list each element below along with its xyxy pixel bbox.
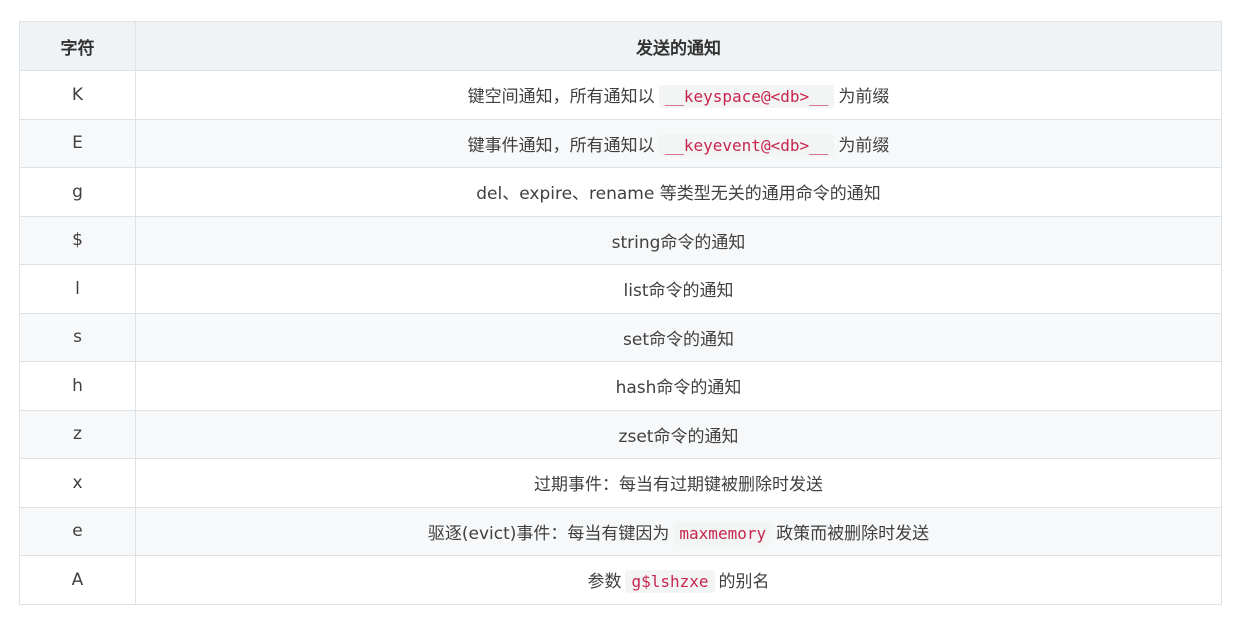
row-notification: zset命令的通知 xyxy=(135,409,1222,459)
row-notification: list命令的通知 xyxy=(135,264,1222,314)
row-notification: del、expire、rename 等类型无关的通用命令的通知 xyxy=(135,167,1222,217)
row-char: g xyxy=(19,167,136,217)
table-row: $ string命令的通知 xyxy=(19,215,1222,265)
row-char: e xyxy=(19,506,136,556)
table-row: s set命令的通知 xyxy=(19,312,1222,362)
notification-text: list命令的通知 xyxy=(623,281,734,302)
table-row: A 参数 g$lshzxe 的别名 xyxy=(19,555,1222,605)
notification-text: hash命令的通知 xyxy=(615,378,742,399)
table-row: g del、expire、rename 等类型无关的通用命令的通知 xyxy=(19,167,1222,217)
notification-text-suffix: 为前缀 xyxy=(838,87,890,108)
notification-text: 驱逐(evict)事件：每当有键因为 xyxy=(427,523,670,544)
table-row: e 驱逐(evict)事件：每当有键因为 maxmemory 政策而被删除时发送 xyxy=(19,506,1222,556)
row-notification: 过期事件：每当有过期键被删除时发送 xyxy=(135,458,1222,508)
table-row: z zset命令的通知 xyxy=(19,409,1222,459)
header-notification: 发送的通知 xyxy=(135,21,1222,71)
notification-table-container: 字符 发送的通知 K 键空间通知，所有通知以 __keyspace@<db>__ 为前… xyxy=(19,21,1222,605)
table-row: x 过期事件：每当有过期键被删除时发送 xyxy=(19,458,1222,508)
table-body: K 键空间通知，所有通知以 __keyspace@<db>__ 为前缀 E 键事件通知，所… xyxy=(19,70,1222,605)
table-row: h hash命令的通知 xyxy=(19,361,1222,411)
table-row: l list命令的通知 xyxy=(19,264,1222,314)
inline-code: g$lshzxe xyxy=(625,570,715,594)
row-char: z xyxy=(19,409,136,459)
notification-text: string命令的通知 xyxy=(611,232,746,253)
row-notification: 键事件通知，所有通知以 __keyevent@<db>__ 为前缀 xyxy=(135,118,1222,168)
notification-text-suffix: 政策而被删除时发送 xyxy=(776,523,930,544)
row-char: A xyxy=(19,555,136,605)
row-notification: hash命令的通知 xyxy=(135,361,1222,411)
row-char: x xyxy=(19,458,136,508)
row-char: h xyxy=(19,361,136,411)
table-header-row: 字符 发送的通知 xyxy=(19,21,1222,71)
notification-text: del、expire、rename 等类型无关的通用命令的通知 xyxy=(476,184,881,205)
notification-text-suffix: 为前缀 xyxy=(838,135,890,156)
header-char: 字符 xyxy=(19,21,136,71)
notification-text: 键空间通知，所有通知以 xyxy=(467,87,655,108)
inline-code: maxmemory xyxy=(673,521,773,545)
row-char: K xyxy=(19,70,136,120)
notification-text: 键事件通知，所有通知以 xyxy=(467,135,655,156)
inline-code: __keyevent@<db>__ xyxy=(658,133,835,157)
row-char: E xyxy=(19,118,136,168)
row-char: l xyxy=(19,264,136,314)
row-notification: set命令的通知 xyxy=(135,312,1222,362)
row-notification: 键空间通知，所有通知以 __keyspace@<db>__ 为前缀 xyxy=(135,70,1222,120)
notification-text: zset命令的通知 xyxy=(618,426,739,447)
table-row: K 键空间通知，所有通知以 __keyspace@<db>__ 为前缀 xyxy=(19,70,1222,120)
inline-code: __keyspace@<db>__ xyxy=(658,85,835,109)
notification-text: 参数 xyxy=(587,572,622,593)
row-notification: 参数 g$lshzxe 的别名 xyxy=(135,555,1222,605)
table-row: E 键事件通知，所有通知以 __keyevent@<db>__ 为前缀 xyxy=(19,118,1222,168)
notification-text: 过期事件：每当有过期键被删除时发送 xyxy=(534,475,823,496)
keyspace-notification-table: 字符 发送的通知 K 键空间通知，所有通知以 __keyspace@<db>__ 为前… xyxy=(19,21,1222,605)
row-notification: string命令的通知 xyxy=(135,215,1222,265)
notification-text-suffix: 的别名 xyxy=(718,572,770,593)
row-char: $ xyxy=(19,215,136,265)
row-notification: 驱逐(evict)事件：每当有键因为 maxmemory 政策而被删除时发送 xyxy=(135,506,1222,556)
notification-text: set命令的通知 xyxy=(623,329,734,350)
row-char: s xyxy=(19,312,136,362)
